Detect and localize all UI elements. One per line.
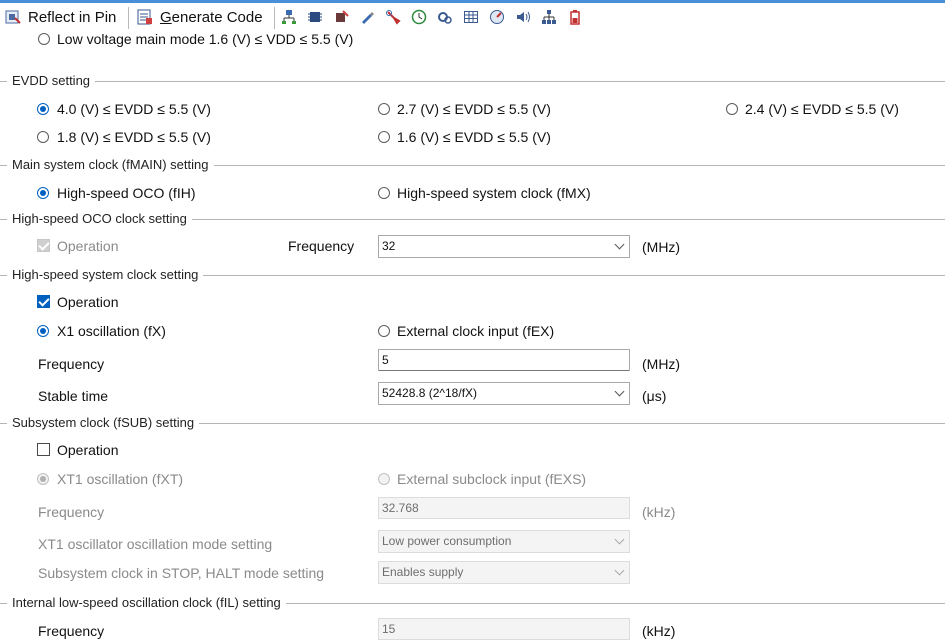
subsystem-group-title: Subsystem clock (fSUB) setting [7,415,200,431]
low-speed-group: Internal low-speed oscillation clock (fI… [0,595,945,611]
evdd-radio-2v4[interactable] [726,103,738,115]
reflect-in-pin-label: Reflect in Pin [28,8,117,26]
speaker-icon[interactable] [515,9,531,25]
evdd-label-2v4: 2.4 (V) ≤ EVDD ≤ 5.5 (V) [745,101,899,117]
generate-code-label: Generate Code [160,8,263,26]
hs-fex-label: External clock input (fEX) [397,323,555,339]
chevron-down-icon [614,239,625,250]
hs-operation-label: Operation [57,294,119,310]
generate-code-icon [137,9,152,25]
sub-xt1-label: XT1 oscillation (fXT) [57,471,184,487]
battery-icon[interactable] [567,9,583,25]
oco-frequency-value: 32 [382,239,396,253]
main-clock-fmx-radio[interactable] [378,187,390,199]
sub-frequency-input[interactable]: 32.768 [378,497,630,519]
chip-config-icon[interactable] [333,9,349,25]
hs-frequency-input[interactable]: 5 [378,349,630,371]
evdd-group-title: EVDD setting [7,73,96,89]
evdd-radio-2v7[interactable] [378,103,390,115]
sub-mode-select[interactable]: Low power consumption [378,530,630,553]
low-voltage-mode-radio[interactable] [38,33,50,45]
oco-operation-checkbox[interactable] [37,239,50,252]
hs-stable-label: Stable time [38,388,109,404]
sub-mode-label: XT1 oscillator oscillation mode setting [38,536,273,552]
subsystem-group: Subsystem clock (fSUB) setting [0,415,945,431]
hs-operation-checkbox[interactable] [37,295,50,308]
table-icon[interactable] [463,9,479,25]
evdd-label-1v8: 1.8 (V) ≤ EVDD ≤ 5.5 (V) [57,129,211,145]
evdd-radio-1v8[interactable] [37,131,49,143]
sub-operation-checkbox[interactable] [37,443,50,456]
evdd-radio-4v0[interactable] [37,103,49,115]
main-clock-fmx-label: High-speed system clock (fMX) [397,185,591,201]
ls-frequency-label: Frequency [38,623,105,639]
sub-stop-label: Subsystem clock in STOP, HALT mode setti… [38,565,325,581]
oco-group-title: High-speed OCO clock setting [7,211,192,227]
evdd-radio-1v6[interactable] [378,131,390,143]
main-clock-group: Main system clock (fMAIN) setting [0,157,945,173]
ls-frequency-value: 15 [382,622,396,636]
hs-x1-label: X1 oscillation (fX) [57,323,166,339]
oco-frequency-select[interactable]: 32 [378,235,630,258]
hs-stable-value: 52428.8 (2^18/fX) [382,386,478,400]
evdd-label-1v6: 1.6 (V) ≤ EVDD ≤ 5.5 (V) [397,129,551,145]
oco-frequency-label: Frequency [288,238,355,254]
sub-stop-select[interactable]: Enables supply [378,561,630,584]
hs-stable-unit: (μs) [642,388,667,404]
chevron-down-icon [614,565,625,576]
hs-x1-radio[interactable] [37,325,49,337]
oco-frequency-unit: (MHz) [642,239,681,255]
hs-fex-radio[interactable] [378,325,390,337]
toolbar-separator [128,7,129,29]
evdd-label-2v7: 2.7 (V) ≤ EVDD ≤ 5.5 (V) [397,101,551,117]
sub-operation-label: Operation [57,442,119,458]
sub-frequency-label: Frequency [38,504,105,520]
chevron-down-icon [614,534,625,545]
clock-icon[interactable] [411,9,427,25]
pin-map-icon[interactable] [281,9,297,25]
oco-group: High-speed OCO clock setting [0,211,945,227]
low-voltage-mode-label: Low voltage main mode 1.6 (V) ≤ VDD ≤ 5.… [57,31,354,47]
low-speed-group-title: Internal low-speed oscillation clock (fI… [7,595,286,611]
hs-frequency-unit: (MHz) [642,356,681,372]
hs-system-group: High-speed system clock setting [0,267,945,283]
sub-frequency-value: 32.768 [382,501,419,515]
chevron-down-icon [614,386,625,397]
hs-stable-select[interactable]: 52428.8 (2^18/fX) [378,382,630,405]
sub-stop-value: Enables supply [382,565,464,579]
network-icon[interactable] [541,9,557,25]
chip-icon[interactable] [307,9,323,25]
toolbar: Reflect in Pin Generate Code [0,3,945,31]
main-clock-oco-radio[interactable] [37,187,49,199]
evdd-group: EVDD setting [0,73,945,89]
hs-frequency-label: Frequency [38,356,105,372]
pencil-icon[interactable] [359,9,375,25]
generate-code-button[interactable]: Generate Code [136,6,263,28]
dial-icon[interactable] [489,9,505,25]
hs-frequency-value: 5 [382,353,389,367]
reflect-in-pin-button[interactable]: Reflect in Pin [4,6,116,28]
settings-gear-icon[interactable] [437,9,453,25]
toolbar-separator [274,7,275,29]
pin-reflect-icon [5,10,21,24]
hs-system-group-title: High-speed system clock setting [7,267,204,283]
oco-operation-label: Operation [57,238,119,254]
ls-frequency-input[interactable]: 15 [378,618,630,640]
sub-fexs-radio[interactable] [378,473,390,485]
sub-xt1-radio[interactable] [37,473,49,485]
main-clock-group-title: Main system clock (fMAIN) setting [7,157,214,173]
wrench-icon[interactable] [385,9,401,25]
sub-mode-value: Low power consumption [382,534,512,548]
sub-frequency-unit: (kHz) [642,504,676,520]
main-clock-oco-label: High-speed OCO (fIH) [57,185,196,201]
sub-fexs-label: External subclock input (fEXS) [397,471,587,487]
ls-frequency-unit: (kHz) [642,623,676,639]
evdd-label-4v0: 4.0 (V) ≤ EVDD ≤ 5.5 (V) [57,101,211,117]
